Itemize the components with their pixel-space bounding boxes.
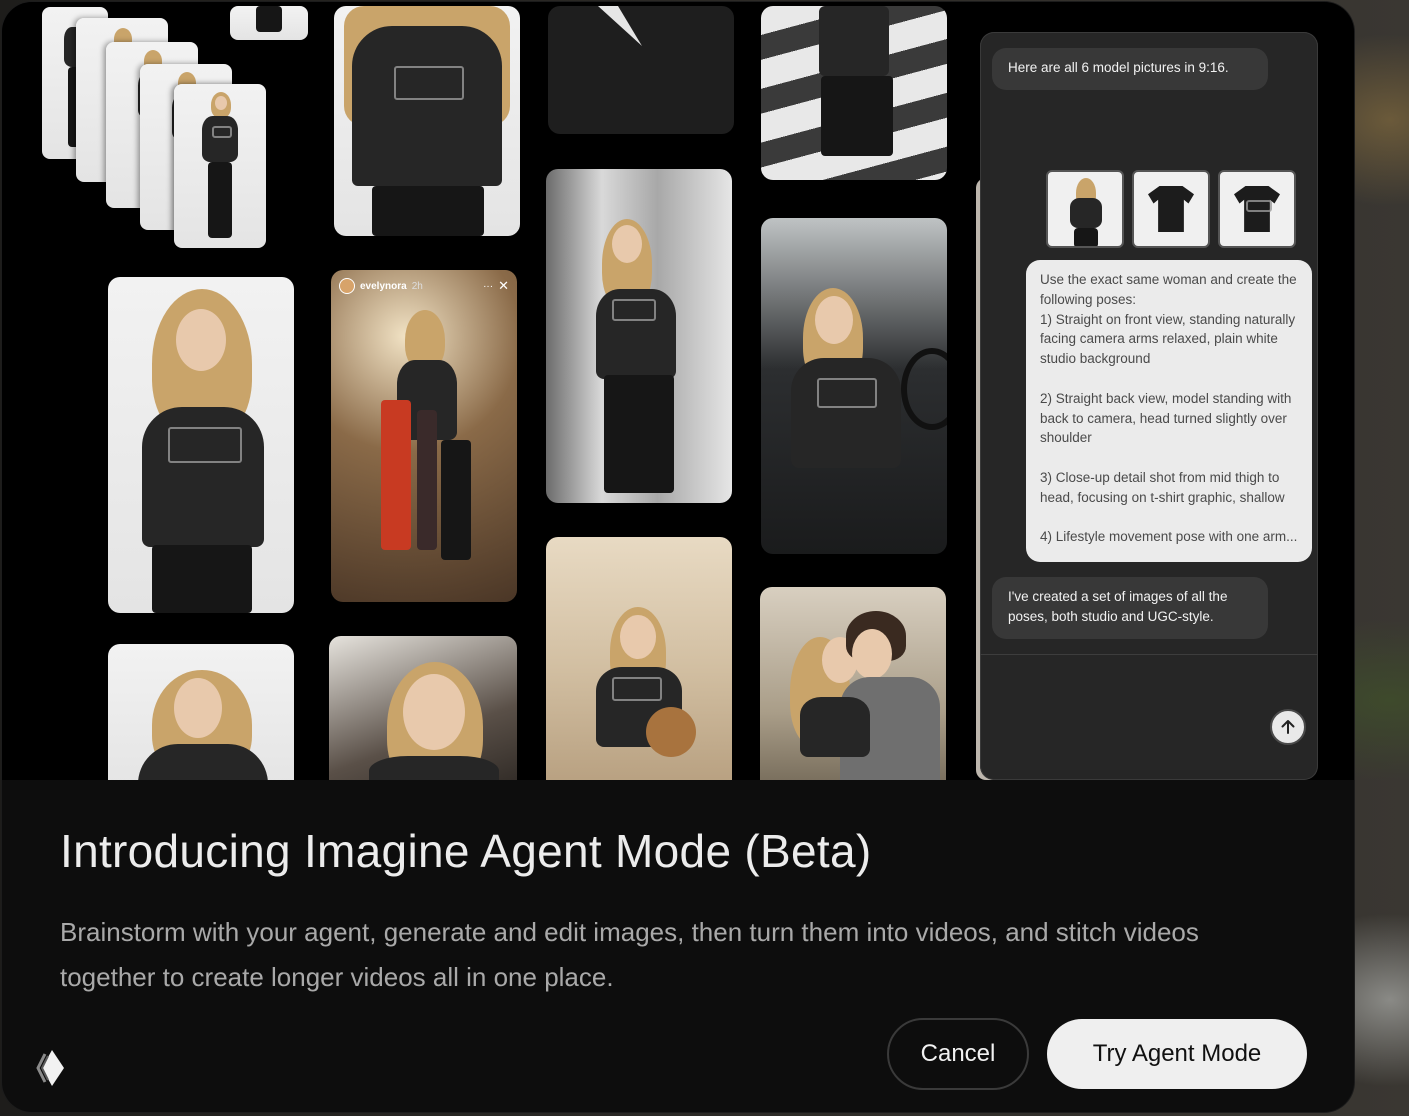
story-close-icon: ✕ — [498, 278, 509, 293]
gallery-card-studio-portrait — [108, 277, 294, 613]
gallery-card-studio-pose — [108, 644, 294, 780]
prompt-paragraph: 4) Lifestyle movement pose with one arm.… — [1040, 529, 1298, 545]
agent-mode-modal: evelynora 2h ··· ✕ Here are all 6 model … — [2, 2, 1354, 1112]
prompt-paragraph: 3) Close-up detail shot from mid thigh t… — [1040, 469, 1285, 505]
arrow-up-icon — [1281, 720, 1295, 734]
modal-description: Brainstorm with your agent, generate and… — [60, 917, 1199, 992]
user-prompt-message: Use the exact same woman and create the … — [1026, 260, 1312, 562]
brand-logo-icon — [36, 1050, 64, 1086]
example-gallery: evelynora 2h ··· ✕ Here are all 6 model … — [2, 2, 1354, 780]
gallery-card-story-mirror: evelynora 2h ··· ✕ — [331, 270, 517, 602]
prompt-paragraph: Use the exact same woman and create the … — [1040, 272, 1297, 367]
gallery-card-feet — [230, 6, 308, 40]
gallery-card-dark — [548, 6, 734, 134]
gallery-card-selfie — [329, 636, 517, 780]
story-time: 2h — [411, 280, 423, 292]
agent-chat-preview: Here are all 6 model pictures in 9:16. U… — [980, 32, 1318, 780]
agent-message-result: I've created a set of images of all the … — [992, 577, 1268, 639]
agent-message-intro: Here are all 6 model pictures in 9:16. — [992, 48, 1268, 90]
gallery-card-elevator — [546, 169, 732, 503]
gallery-card-car — [761, 218, 947, 554]
try-agent-mode-button[interactable]: Try Agent Mode — [1047, 1019, 1307, 1089]
image-thumbnails — [1046, 170, 1296, 248]
gallery-card-stack-5 — [174, 84, 266, 248]
thumbnail-tshirt-back — [1132, 170, 1210, 248]
gallery-card-tshirt-front — [334, 6, 520, 236]
story-header: evelynora 2h ··· ✕ — [339, 278, 509, 294]
cancel-button[interactable]: Cancel — [887, 1018, 1029, 1090]
send-button[interactable] — [1270, 709, 1306, 745]
gallery-card-street — [761, 6, 947, 180]
modal-title: Introducing Imagine Agent Mode (Beta) — [60, 825, 872, 877]
prompt-paragraph: 2) Straight back view, model standing wi… — [1040, 390, 1292, 446]
chat-input-divider — [980, 654, 1318, 655]
gallery-card-couple — [760, 587, 946, 780]
story-username: evelynora — [360, 280, 407, 292]
story-avatar — [339, 278, 355, 294]
story-menu-icon: ··· — [483, 280, 494, 292]
thumbnail-tshirt-front — [1218, 170, 1296, 248]
thumbnail-model — [1046, 170, 1124, 248]
gallery-card-couch — [546, 537, 732, 780]
